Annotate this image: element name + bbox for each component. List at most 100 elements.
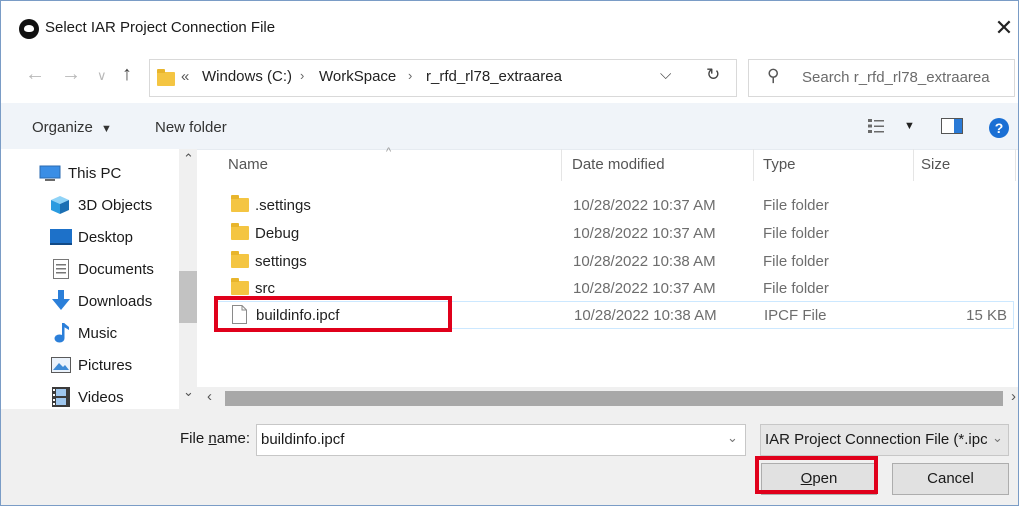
sidebar-item-label: Documents xyxy=(78,261,154,278)
document-icon xyxy=(53,259,69,279)
view-caret-icon[interactable]: ▼ xyxy=(904,120,915,132)
sidebar-item-label: Videos xyxy=(78,389,124,406)
sidebar-item-label: 3D Objects xyxy=(78,197,153,214)
sidebar-item-label: Music xyxy=(78,325,118,342)
file-list: ^ Name Date modified Type Size .settings… xyxy=(197,146,1018,387)
file-list-hscrollbar[interactable]: ‹ › xyxy=(197,387,1018,409)
sidebar-item-videos[interactable]: Videos xyxy=(1,383,179,411)
scroll-down-icon[interactable]: ⌄ xyxy=(183,384,194,400)
cube-icon xyxy=(51,196,69,214)
view-options-button[interactable] xyxy=(867,117,887,139)
breadcrumb-separator-icon[interactable]: › xyxy=(300,68,304,83)
sidebar-item-desktop[interactable]: Desktop xyxy=(1,223,179,251)
sidebar-item-pictures[interactable]: Pictures xyxy=(1,351,179,379)
preview-pane-button[interactable] xyxy=(941,118,963,138)
column-divider[interactable] xyxy=(913,149,914,181)
file-name: settings xyxy=(255,253,307,270)
address-bar[interactable]: « Windows (C:) › WorkSpace › r_rfd_rl78_… xyxy=(149,59,737,97)
video-icon xyxy=(52,387,70,407)
file-date: 10/28/2022 10:37 AM xyxy=(573,225,716,242)
new-folder-button[interactable]: New folder xyxy=(155,119,227,136)
sidebar-item-label: This PC xyxy=(68,165,122,182)
sidebar-item-documents[interactable]: Documents xyxy=(1,255,179,283)
organize-caret-icon: ▼ xyxy=(101,123,112,135)
picture-icon xyxy=(51,357,71,373)
search-placeholder: Search r_rfd_rl78_extraarea xyxy=(802,69,990,86)
scroll-left-icon[interactable]: ‹ xyxy=(207,388,212,405)
file-name-input[interactable]: buildinfo.ipcf ⌄ xyxy=(256,424,746,456)
folder-icon xyxy=(231,278,249,295)
desktop-icon xyxy=(50,229,72,245)
sidebar-item-this-pc[interactable]: This PC xyxy=(1,159,179,187)
file-type: File folder xyxy=(763,280,829,297)
filter-dropdown-icon[interactable]: ⌄ xyxy=(992,430,1003,446)
music-icon xyxy=(54,323,69,343)
file-name-dropdown-icon[interactable]: ⌄ xyxy=(727,430,738,446)
breadcrumb-item[interactable]: r_rfd_rl78_extraarea xyxy=(426,68,562,85)
cancel-button[interactable]: Cancel xyxy=(892,463,1009,495)
folder-icon xyxy=(231,251,249,268)
organize-button[interactable]: Organize ▼ xyxy=(32,119,112,136)
sidebar-item-label: Pictures xyxy=(78,357,133,374)
sidebar-scrollbar[interactable]: ⌃ ⌄ xyxy=(179,149,197,409)
column-header-date[interactable]: Date modified xyxy=(572,156,665,173)
column-divider[interactable] xyxy=(1015,149,1016,181)
sidebar-item-label: Desktop xyxy=(78,229,134,246)
sidebar-item-music[interactable]: Music xyxy=(1,319,179,347)
file-name-value: buildinfo.ipcf xyxy=(261,431,345,448)
breadcrumb-overflow-icon[interactable]: « xyxy=(181,68,189,85)
back-arrow-icon[interactable]: ← xyxy=(25,63,45,86)
address-dropdown-icon[interactable]: ⌵ xyxy=(660,66,671,83)
column-header-type[interactable]: Type xyxy=(763,156,796,173)
app-logo-icon xyxy=(19,19,39,39)
breadcrumb-item[interactable]: Windows (C:) xyxy=(202,68,292,85)
window-title: Select IAR Project Connection File xyxy=(45,19,276,36)
scroll-up-icon[interactable]: ⌃ xyxy=(183,151,194,167)
scrollbar-thumb[interactable] xyxy=(179,271,197,323)
download-icon xyxy=(52,290,70,310)
help-button[interactable]: ? xyxy=(989,118,1009,138)
close-button[interactable]: ✕ xyxy=(989,13,1018,43)
sidebar-item-downloads[interactable]: Downloads xyxy=(1,287,179,315)
file-open-dialog: Select IAR Project Connection File ✕ ← →… xyxy=(0,0,1019,506)
file-date: 10/28/2022 10:37 AM xyxy=(573,197,716,214)
column-header-name[interactable]: Name xyxy=(228,156,268,173)
file-date: 10/28/2022 10:38 AM xyxy=(574,307,717,324)
folder-icon xyxy=(231,223,249,240)
column-header-size[interactable]: Size xyxy=(921,156,950,173)
file-type: File folder xyxy=(763,197,829,214)
folder-icon xyxy=(231,195,249,212)
scrollbar-thumb[interactable] xyxy=(225,391,1003,406)
breadcrumb-separator-icon[interactable]: › xyxy=(408,68,412,83)
refresh-icon[interactable]: ↻ xyxy=(706,65,720,85)
folder-icon xyxy=(157,69,175,86)
file-name-label: File name: xyxy=(180,430,251,447)
column-divider[interactable] xyxy=(753,149,754,181)
file-type-filter-select[interactable]: IAR Project Connection File (*.ipcf) ⌄ xyxy=(760,424,1009,456)
computer-icon xyxy=(39,165,61,181)
file-type: File folder xyxy=(763,225,829,242)
file-size: 15 KB xyxy=(966,307,1007,324)
breadcrumb-item[interactable]: WorkSpace xyxy=(319,68,396,85)
sort-ascending-icon: ^ xyxy=(386,146,392,158)
search-box[interactable]: ⚲ Search r_rfd_rl78_extraarea xyxy=(748,59,1015,97)
title-bar: Select IAR Project Connection File ✕ xyxy=(1,1,1018,51)
forward-arrow-icon[interactable]: → xyxy=(61,63,81,86)
file-name: src xyxy=(255,280,275,297)
file-type: File folder xyxy=(763,253,829,270)
file-type-filter-value: IAR Project Connection File (*.ipcf) xyxy=(765,431,987,448)
up-arrow-icon[interactable]: ↑ xyxy=(122,63,132,86)
recent-locations-chevron-icon[interactable]: ∨ xyxy=(97,68,107,84)
sidebar-item-3d-objects[interactable]: 3D Objects xyxy=(1,191,179,219)
sidebar-item-label: Downloads xyxy=(78,293,153,310)
scroll-right-icon[interactable]: › xyxy=(1011,388,1016,405)
navigation-pane: This PC 3D Objects Desktop Documents Dow… xyxy=(1,149,179,409)
column-divider[interactable] xyxy=(561,149,562,181)
file-type: IPCF File xyxy=(764,307,827,324)
file-row-settings-hidden[interactable]: .settings 10/28/2022 10:37 AM File folde… xyxy=(215,191,1014,219)
organize-label: Organize xyxy=(32,119,93,136)
file-row-settings[interactable]: settings 10/28/2022 10:38 AM File folder xyxy=(215,247,1014,275)
highlight-box-selected-file xyxy=(214,296,452,332)
file-row-debug[interactable]: Debug 10/28/2022 10:37 AM File folder xyxy=(215,219,1014,247)
preview-pane-icon xyxy=(941,118,963,134)
